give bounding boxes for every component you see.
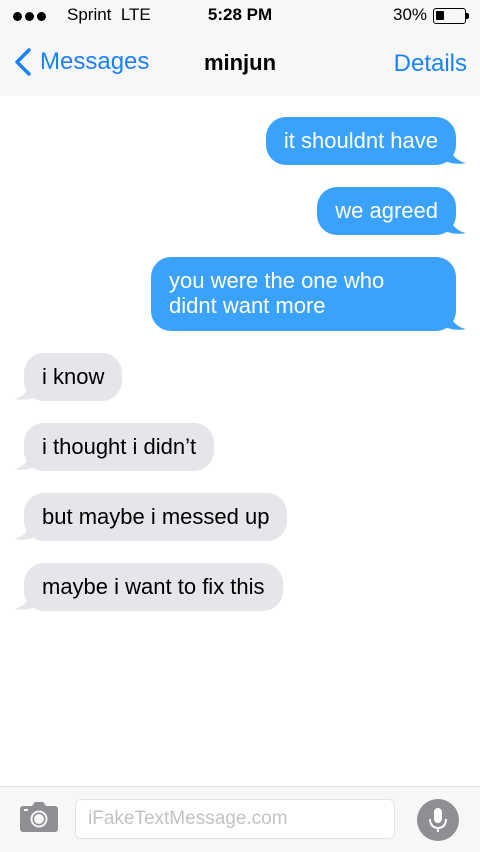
- message-text: it shouldnt have: [283, 128, 438, 153]
- sent-message: it shouldnt have: [265, 117, 466, 165]
- message-text: i thought i didn’t: [42, 434, 197, 459]
- message-text: but maybe i messed up: [42, 504, 270, 529]
- microphone-button[interactable]: [417, 799, 459, 841]
- chevron-left-icon: [15, 48, 31, 76]
- status-bar: Sprint LTE 5:28 PM 30%: [0, 0, 480, 32]
- message-input-bar: iFakeTextMessage.com: [0, 786, 480, 852]
- received-message: i thought i didn’t: [14, 423, 215, 471]
- received-message: maybe i want to fix this: [14, 563, 283, 611]
- bubble-tail: [440, 211, 466, 234]
- message-placeholder: iFakeTextMessage.com: [88, 808, 288, 829]
- battery-level-fill: [436, 11, 444, 20]
- message-text-field[interactable]: iFakeTextMessage.com: [75, 799, 395, 839]
- bubble-tail: [14, 447, 40, 470]
- bubble-tail: [14, 377, 40, 400]
- bubble-tail: [440, 307, 466, 330]
- camera-button[interactable]: [19, 801, 59, 833]
- navigation-bar: Messages minjun Details: [0, 32, 480, 96]
- battery-percent: 30%: [393, 5, 428, 24]
- bubble-tail: [14, 517, 40, 540]
- message-text: maybe i want to fix this: [42, 574, 265, 599]
- message-text: we agreed: [335, 198, 438, 223]
- back-button[interactable]: Messages: [10, 44, 149, 80]
- bubble-tail: [440, 141, 466, 164]
- microphone-icon: [429, 808, 447, 832]
- bubble-tail: [14, 587, 40, 610]
- sent-message: you were the one who didnt want more: [151, 257, 466, 331]
- received-message: but maybe i messed up: [14, 493, 288, 541]
- battery-icon: [433, 8, 466, 24]
- camera-icon: [20, 802, 58, 832]
- details-button[interactable]: Details: [394, 50, 467, 78]
- received-message: i know: [14, 353, 123, 401]
- back-button-label: Messages: [40, 48, 150, 75]
- message-text: you were the one who didnt want more: [169, 268, 385, 318]
- battery-tip: [466, 13, 469, 19]
- sent-message: we agreed: [317, 187, 466, 235]
- message-text: i know: [42, 364, 105, 389]
